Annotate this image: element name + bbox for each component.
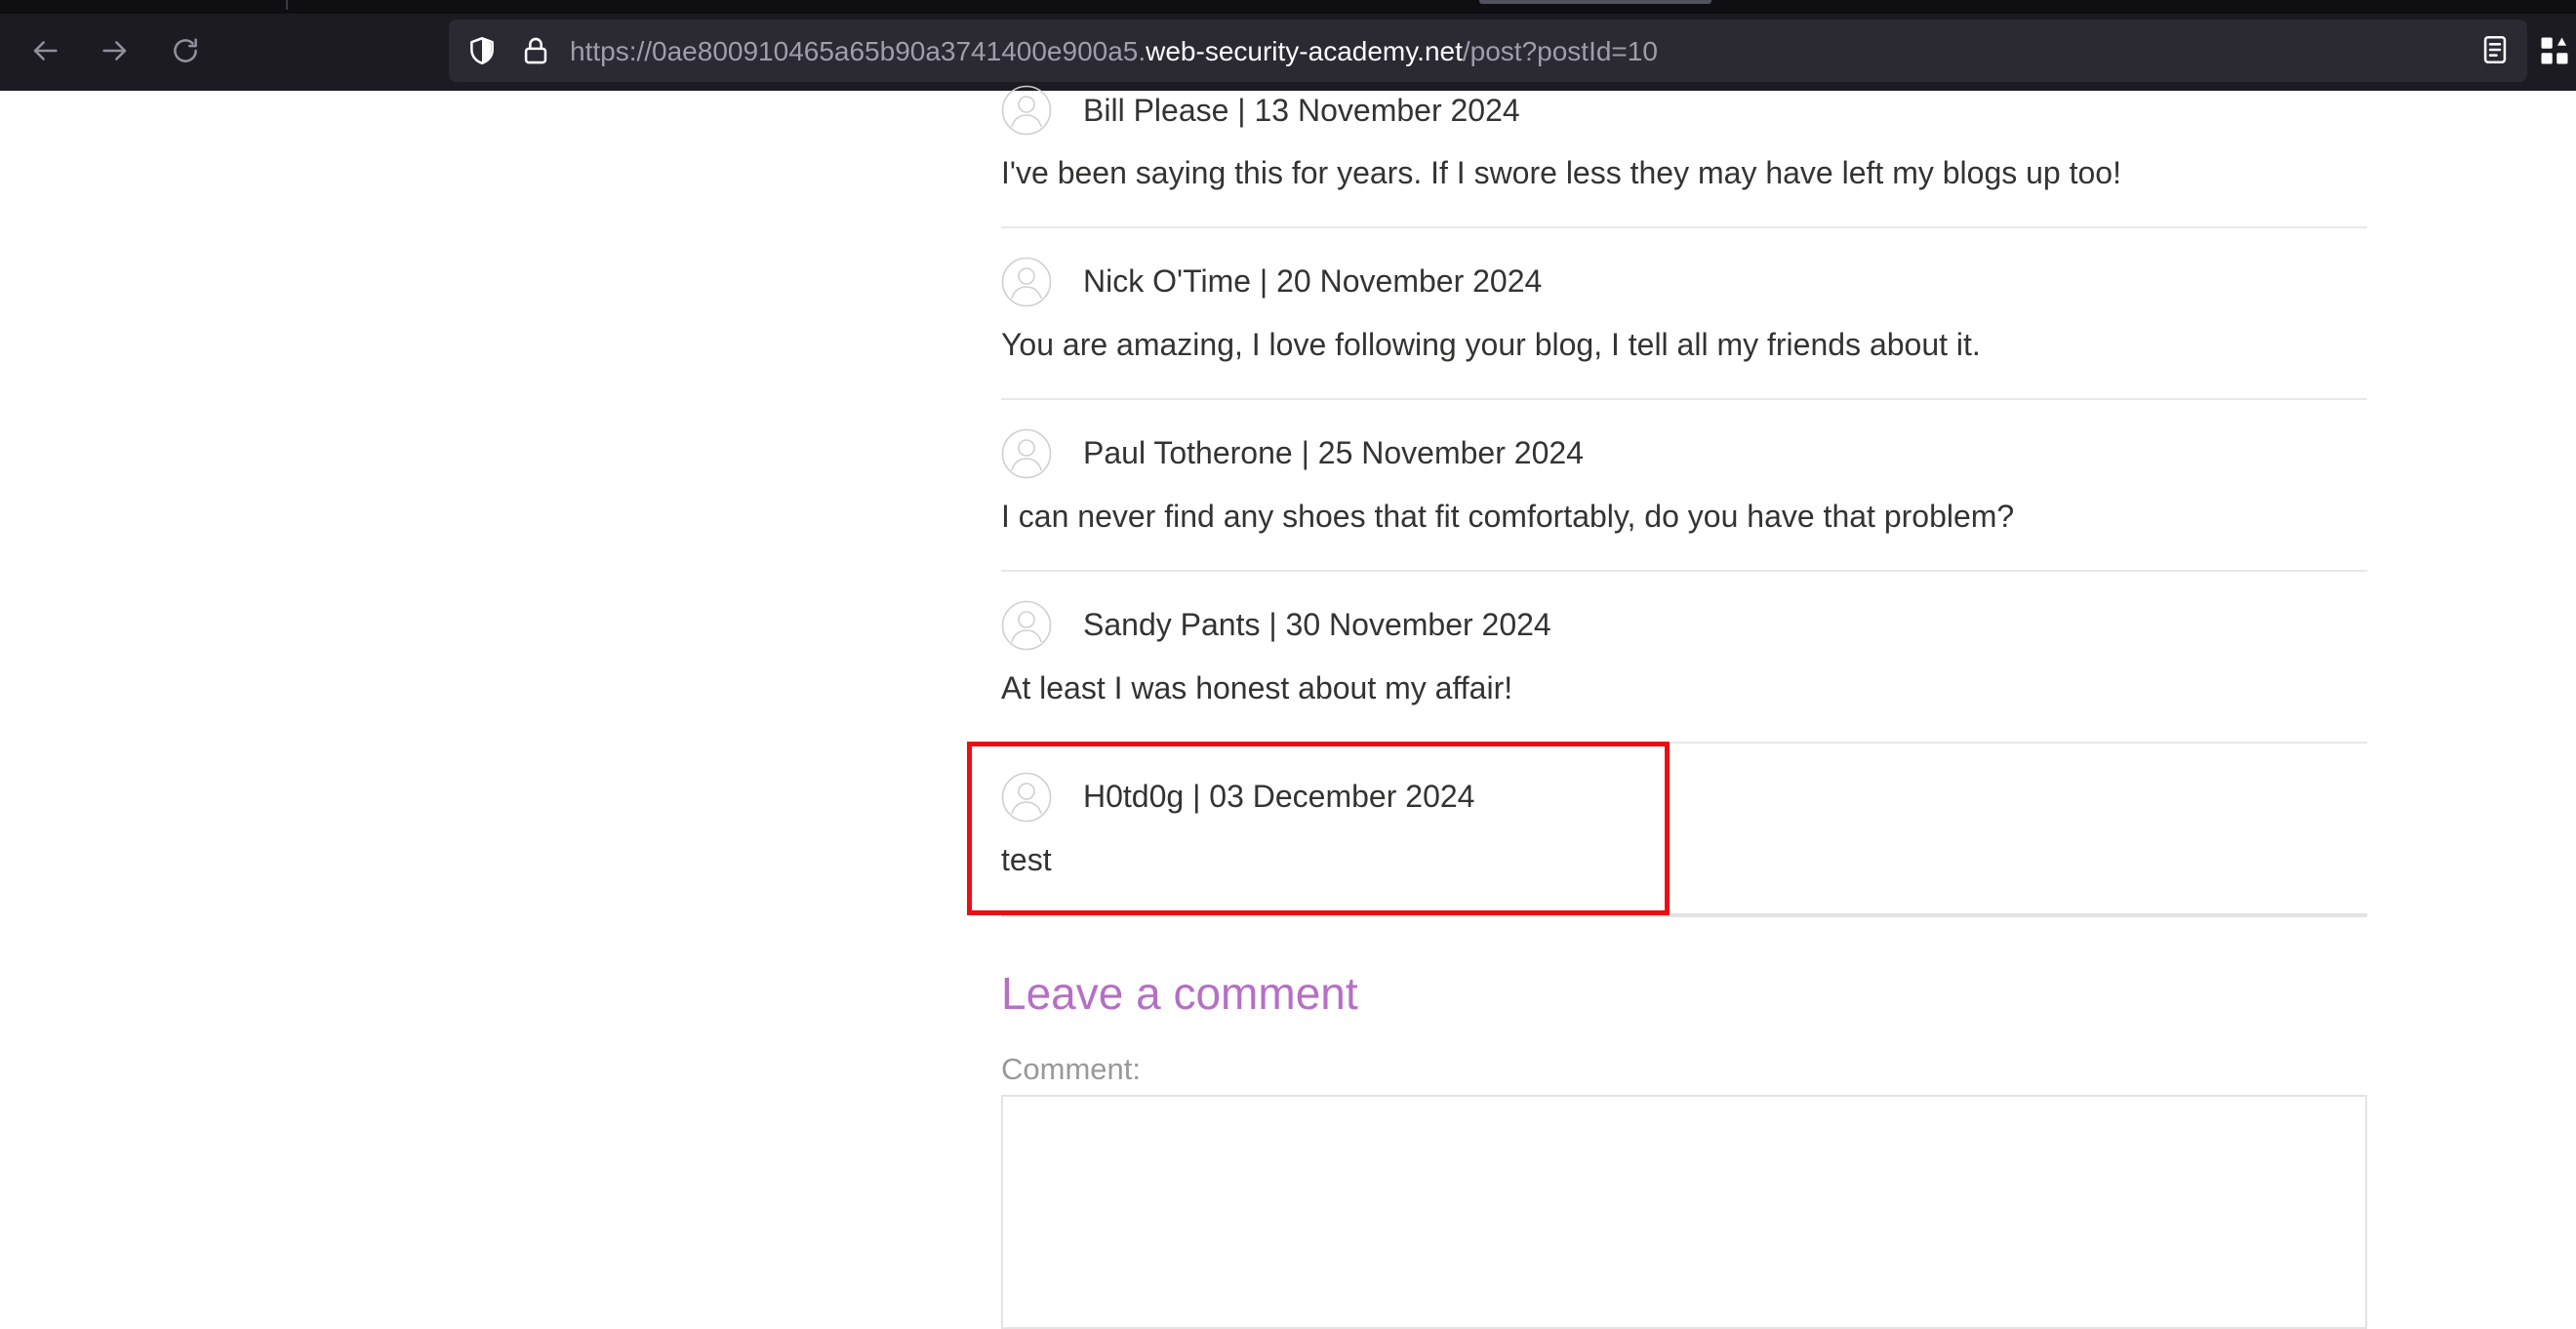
url-prefix: https://0ae800910465a65b90a3741400e900a5… (570, 36, 1147, 66)
reader-view-icon[interactable] (2478, 33, 2512, 66)
user-avatar-icon (1001, 257, 1052, 307)
comment-textarea[interactable] (1001, 1095, 2367, 1329)
leave-comment-heading: Leave a comment (1001, 968, 1358, 1019)
comment-text: I've been saying this for years. If I sw… (1001, 155, 2121, 190)
comment-author: Bill Please | 13 November 2024 (1083, 93, 1520, 128)
user-avatar-icon (1001, 428, 1052, 479)
comment-author: Paul Totherone | 25 November 2024 (1083, 435, 1584, 470)
lock-icon[interactable] (519, 33, 552, 68)
url-path: /post?postId=10 (1462, 36, 1658, 66)
comment-author: Nick O'Time | 20 November 2024 (1083, 263, 1543, 299)
tab-strip (0, 0, 2576, 14)
comment-text: I can never find any shoes that fit comf… (1001, 499, 2015, 534)
comment-text: You are amazing, I love following your b… (1001, 327, 1981, 362)
comment-text: At least I was honest about my affair! (1001, 670, 1513, 705)
active-tab-indicator[interactable] (1479, 0, 1711, 4)
forward-button[interactable] (94, 29, 137, 72)
user-avatar-icon (1001, 85, 1052, 136)
reload-icon (174, 38, 197, 62)
forward-arrow-icon (102, 41, 127, 60)
tab-separator (286, 0, 288, 10)
comment-item: Paul Totherone | 25 November 2024 I can … (1001, 400, 2367, 572)
user-avatar-icon (1001, 600, 1052, 651)
comment-author: Sandy Pants | 30 November 2024 (1083, 607, 1551, 642)
browser-toolbar: https://0ae800910465a65b90a3741400e900a5… (0, 0, 2576, 91)
comment-item: Nick O'Time | 20 November 2024 You are a… (1001, 228, 2367, 400)
highlight-box (967, 742, 1670, 915)
extensions-icon[interactable] (2537, 33, 2572, 68)
back-arrow-icon (33, 41, 58, 60)
url-bar[interactable]: https://0ae800910465a65b90a3741400e900a5… (449, 20, 2527, 82)
url-text[interactable]: https://0ae800910465a65b90a3741400e900a5… (570, 35, 1658, 68)
reload-button[interactable] (164, 29, 207, 72)
back-button[interactable] (23, 29, 66, 72)
comment-item: Bill Please | 13 November 2024 I've been… (1001, 85, 2367, 228)
comment-label: Comment: (1001, 1052, 1141, 1086)
url-host: web-security-academy.net (1146, 36, 1463, 66)
shield-icon[interactable] (465, 34, 499, 67)
comment-item: Sandy Pants | 30 November 2024 At least … (1001, 572, 2367, 744)
